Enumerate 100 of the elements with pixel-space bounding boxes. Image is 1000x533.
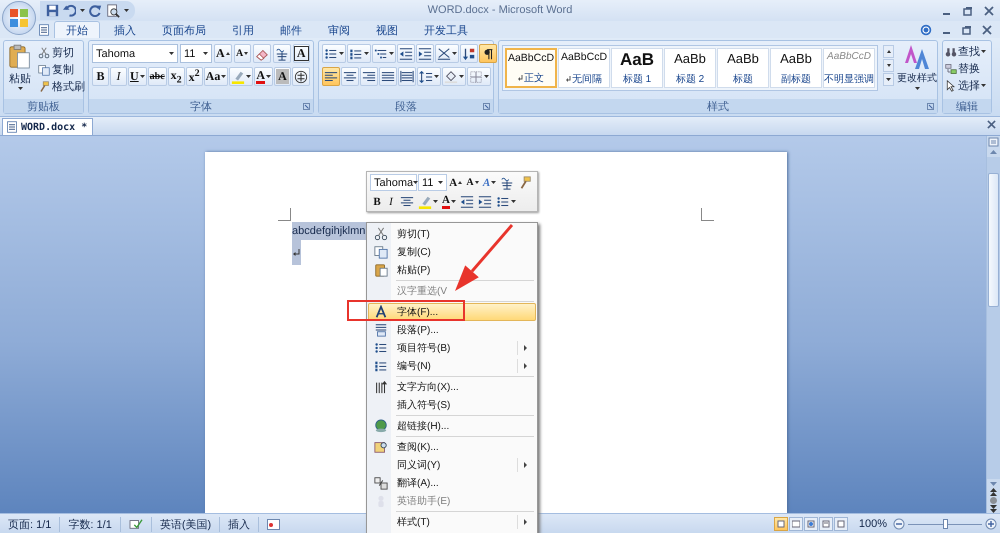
menu-item[interactable]: 翻译(A)... (368, 474, 536, 492)
format-painter-button[interactable]: 格式刷 (36, 78, 87, 95)
align-right-button[interactable] (360, 67, 378, 86)
bullets-button[interactable] (322, 44, 346, 63)
change-case-button[interactable]: Aa (204, 67, 228, 86)
font-size-field[interactable]: 11 (180, 44, 212, 63)
dialog-launcher-icon[interactable] (927, 103, 934, 110)
menu-item[interactable]: 文字方向(X)... (368, 378, 536, 396)
close-icon[interactable] (984, 6, 994, 16)
replace-button[interactable]: 替换 (944, 60, 987, 77)
font-size-field[interactable]: 11 (418, 174, 447, 191)
font-color-button[interactable]: A (254, 67, 274, 86)
find-button[interactable]: 查找 (944, 43, 987, 60)
scroll-up-button[interactable] (883, 45, 894, 58)
style-tile[interactable]: AaB 标题 1 (611, 48, 663, 88)
style-tile[interactable]: AaBbCcD 无间隔 (558, 48, 610, 88)
insert-mode-status[interactable]: 插入 (220, 516, 260, 532)
scroll-down-button[interactable] (883, 59, 894, 72)
enclose-character-button[interactable] (292, 67, 310, 86)
copy-button[interactable]: 复制 (36, 61, 87, 78)
character-shading-button[interactable]: A (274, 67, 292, 86)
style-tile[interactable]: AaBb 标题 2 (664, 48, 716, 88)
zoom-in-icon[interactable] (985, 518, 997, 530)
language-status[interactable]: 英语(美国) (152, 516, 220, 532)
align-left-button[interactable] (322, 67, 340, 86)
ribbon-tab[interactable]: 开发工具 (412, 21, 480, 38)
increase-indent-button[interactable] (416, 44, 434, 63)
ribbon-tab[interactable]: 引用 (220, 21, 266, 38)
ribbon-tab[interactable]: 开始 (54, 21, 100, 38)
asian-layout-button[interactable] (435, 44, 459, 63)
menu-item[interactable]: 粘贴(P) (368, 261, 536, 279)
menu-item[interactable]: 样式(T) (368, 513, 536, 531)
redo-icon[interactable] (89, 4, 102, 17)
grow-font-button[interactable]: A (448, 174, 464, 191)
close-icon[interactable] (987, 120, 996, 129)
view-button[interactable] (834, 517, 848, 531)
help-icon[interactable] (920, 24, 932, 36)
quick-styles-button[interactable]: A (481, 174, 498, 191)
subscript-button[interactable]: x$_{2}$ (168, 67, 185, 86)
center-button[interactable] (341, 67, 359, 86)
numbering-button[interactable] (347, 44, 371, 63)
clear-formatting-button[interactable] (252, 44, 271, 63)
underline-button[interactable]: U (128, 67, 147, 86)
ribbon-tab[interactable]: 页面布局 (150, 21, 218, 38)
menu-item[interactable]: 剪切(T) (368, 225, 536, 243)
style-tile[interactable]: AaBbCcD 正文 (505, 48, 557, 88)
dialog-launcher-icon[interactable] (483, 103, 490, 110)
italic-button[interactable]: I (384, 193, 398, 210)
zoom-slider-thumb[interactable] (943, 519, 948, 529)
view-button[interactable] (774, 517, 788, 531)
shading-button[interactable] (442, 67, 466, 86)
restore-icon[interactable] (963, 6, 973, 16)
phonetic-guide-button[interactable] (272, 44, 291, 63)
character-border-button[interactable]: A (292, 44, 310, 63)
view-button[interactable] (804, 517, 818, 531)
decrease-indent-button[interactable] (397, 44, 415, 63)
shrink-font-button[interactable]: A (234, 44, 251, 63)
undo-icon[interactable] (63, 4, 76, 17)
next-page-icon[interactable] (989, 505, 998, 513)
save-icon[interactable] (46, 4, 59, 17)
justify-button[interactable] (379, 67, 397, 86)
menu-item[interactable]: 项目符号(B) (368, 339, 536, 357)
menu-item[interactable]: 字体(F)... (368, 303, 536, 321)
view-button[interactable] (788, 517, 803, 531)
ribbon-tab[interactable]: 插入 (102, 21, 148, 38)
document-tab[interactable]: WORD.docx * (2, 118, 94, 135)
change-styles-button[interactable]: 更改样式 (897, 45, 937, 99)
ribbon-tab[interactable]: 审阅 (316, 21, 362, 38)
font-color-button[interactable]: A (440, 193, 458, 210)
ribbon-tab[interactable]: 邮件 (268, 21, 314, 38)
cut-button[interactable]: 剪切 (36, 44, 87, 61)
dialog-launcher-icon[interactable] (303, 103, 310, 110)
document-icon[interactable] (38, 24, 50, 36)
style-tile[interactable]: AaBbCcD 不明显强调 (823, 48, 875, 88)
font-name-field[interactable]: Tahoma (92, 44, 178, 63)
menu-item[interactable]: 复制(C) (368, 243, 536, 261)
multilevel-list-button[interactable] (372, 44, 396, 63)
previous-page-icon[interactable] (989, 488, 998, 496)
menu-item[interactable]: 插入符号(S) (368, 396, 536, 414)
sort-button[interactable] (460, 44, 478, 63)
restore-icon[interactable] (962, 24, 972, 34)
proofing-icon[interactable] (128, 518, 143, 530)
menu-item[interactable]: 段落(P)... (368, 321, 536, 339)
zoom-level[interactable]: 100% (852, 518, 893, 530)
ribbon-tab[interactable]: 视图 (364, 21, 410, 38)
scrollbar-thumb[interactable] (988, 173, 999, 307)
close-icon[interactable] (982, 24, 992, 34)
strikethrough-button[interactable]: abc (148, 67, 167, 86)
paste-button[interactable]: 粘贴 (7, 44, 33, 99)
distributed-button[interactable] (398, 67, 416, 86)
italic-button[interactable]: I (110, 67, 127, 86)
bold-button[interactable]: B (92, 67, 109, 86)
shrink-font-button[interactable]: A (464, 174, 480, 191)
font-name-field[interactable]: Tahoma (370, 174, 417, 191)
macro-record-icon[interactable] (267, 518, 280, 530)
print-preview-icon[interactable] (106, 4, 120, 18)
menu-item[interactable]: 超链接(H)... (368, 417, 536, 435)
style-tile[interactable]: AaBb 副标题 (770, 48, 822, 88)
superscript-button[interactable]: x$^{2}$ (186, 67, 203, 86)
menu-item[interactable]: 同义词(Y) (368, 456, 536, 474)
